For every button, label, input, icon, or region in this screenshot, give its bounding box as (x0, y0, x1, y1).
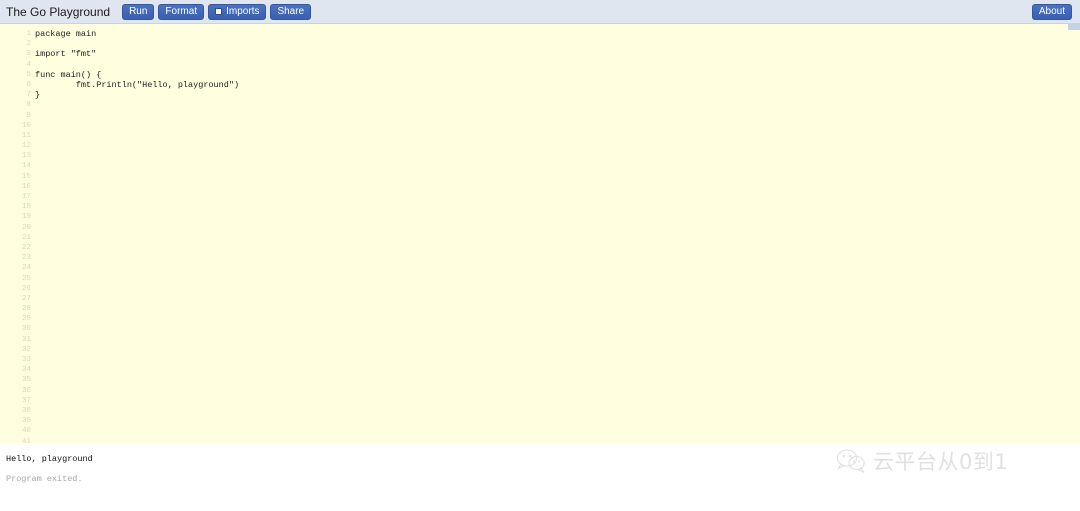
line-number: 25 (21, 274, 31, 283)
imports-button[interactable]: Imports (208, 3, 267, 20)
line-number: 9 (26, 111, 31, 120)
line-number: 3 (26, 50, 31, 59)
line-number: 13 (21, 152, 31, 161)
line-number: 27 (21, 294, 31, 303)
imports-checkbox-icon[interactable] (215, 8, 223, 15)
line-number: 7 (26, 91, 31, 100)
line-number: 22 (21, 243, 31, 252)
line-number: 23 (21, 254, 31, 263)
line-number: 34 (21, 366, 31, 375)
line-number: 11 (21, 131, 31, 140)
line-number: 17 (21, 193, 31, 201)
output-pane: Hello, playground Program exited. (0, 443, 1080, 511)
line-number: 4 (26, 60, 31, 69)
toolbar: The Go Playground Run Format Imports Sha… (0, 0, 1080, 24)
line-number: 26 (21, 284, 31, 293)
go-playground-app: The Go Playground Run Format Imports Sha… (0, 0, 1080, 511)
line-number: 24 (21, 264, 31, 273)
imports-button-label: Imports (226, 5, 260, 17)
run-button-label: Run (129, 5, 148, 17)
line-number: 6 (26, 80, 31, 89)
line-number: 8 (26, 101, 31, 110)
line-number: 16 (21, 182, 31, 191)
share-button[interactable]: Share (270, 3, 312, 20)
line-number: 20 (21, 223, 31, 232)
line-number: 37 (21, 396, 31, 405)
format-button[interactable]: Format (158, 3, 205, 20)
line-number: 33 (21, 356, 31, 364)
line-number: 40 (21, 427, 31, 436)
share-button-label: Share (277, 5, 305, 17)
line-number: 14 (21, 162, 31, 171)
line-number: 2 (26, 40, 31, 49)
line-number: 38 (21, 406, 31, 415)
page-title: The Go Playground (6, 4, 111, 19)
output-stdout-line: Hello, playground (6, 454, 93, 464)
line-number: 10 (21, 121, 31, 130)
line-number: 1 (26, 30, 31, 38)
line-number: 30 (21, 325, 31, 334)
line-number: 19 (21, 213, 31, 222)
line-number: 31 (21, 335, 31, 344)
code-editor[interactable]: 1 2 3 4 5 6 7 8 9 10 11 12 13 14 15 16 17 18 19 20 21 22 23 24 2… (0, 24, 1080, 443)
line-number: 36 (21, 386, 31, 395)
line-number: 35 (21, 376, 31, 385)
line-number-gutter: 1 2 3 4 5 6 7 8 9 10 11 12 13 14 15 16 17 18 19 20 21 22 23 24 2… (0, 24, 33, 443)
run-button[interactable]: Run (122, 3, 155, 20)
code-text-area[interactable]: package main import "fmt" func main() { … (33, 24, 1080, 443)
line-number: 21 (21, 233, 31, 242)
line-number: 5 (26, 70, 31, 79)
line-number: 39 (21, 417, 31, 426)
line-number: 15 (21, 172, 31, 181)
format-button-label: Format (165, 5, 198, 17)
editor-scrollbar[interactable] (1068, 24, 1080, 30)
line-number: 32 (21, 345, 31, 354)
line-number: 12 (21, 142, 31, 151)
line-number: 28 (21, 305, 31, 314)
line-number: 29 (21, 315, 31, 324)
about-button[interactable]: About (1031, 4, 1072, 20)
about-button-label: About (1038, 6, 1065, 17)
line-number: 18 (21, 203, 31, 212)
output-status-line: Program exited. (6, 474, 83, 484)
